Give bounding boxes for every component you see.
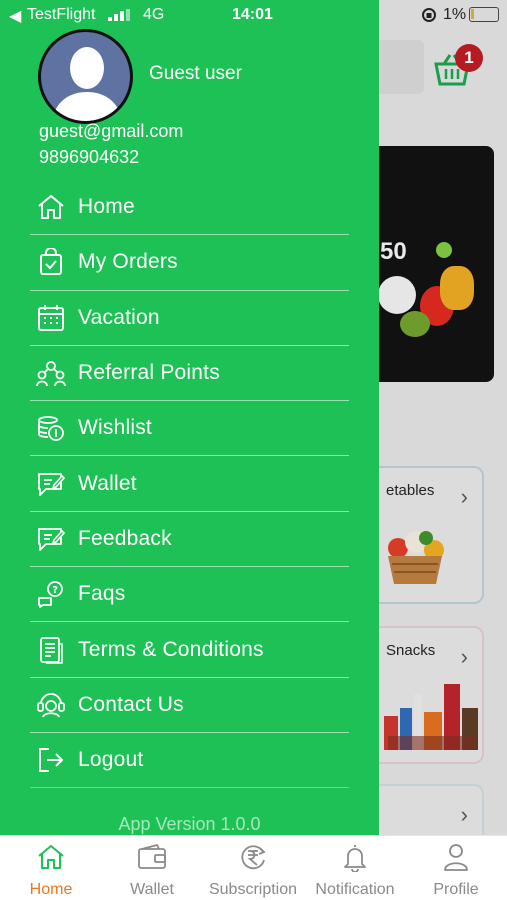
banner-offer-number: 50 [380,238,407,265]
clock: 14:01 [232,6,273,23]
menu-item-label: Terms & Conditions [78,637,264,661]
user-icon [421,842,491,872]
chevron-right-icon: › [460,484,468,509]
logout-icon [36,745,66,775]
menu-item-label: Faqs [78,582,126,606]
user-name: Guest user [149,63,242,84]
network-type: 4G [143,6,165,23]
cart-count-badge: 1 [455,44,483,72]
user-silhouette-icon [51,47,123,121]
tab-label: Notification [315,881,395,898]
chevron-right-icon: › [460,802,468,827]
wallet-icon [36,469,66,499]
menu-item-label: Home [78,195,135,219]
signal-strength-icon [108,9,130,21]
user-phone: 9896904632 [39,147,140,167]
menu-item-faqs[interactable]: ? Faqs [30,567,349,623]
orders-bag-icon [36,247,66,277]
tab-label: Subscription [208,881,298,898]
calendar-icon [36,303,66,333]
menu-item-logout[interactable]: Logout [30,733,349,789]
user-email: guest@gmail.com [39,121,184,141]
category-title: Snacks [386,642,436,659]
menu-item-label: Contact Us [78,692,184,716]
rotation-lock-icon [422,8,436,22]
tab-wallet[interactable]: Wallet [117,842,187,899]
category-title: etables [386,482,435,499]
navigation-drawer: Guest user guest@gmail.com 9896904632 Ho… [0,0,379,835]
drawer-menu: Home My Orders Vacation Referral Points … [30,180,349,789]
tab-notification[interactable]: Notification [307,842,403,899]
menu-item-label: Vacation [78,305,160,329]
tab-label: Home [29,881,73,898]
menu-item-label: Feedback [78,526,172,550]
background-offer-banner: 50 [360,146,494,382]
bell-icon [307,842,403,872]
tab-home[interactable]: Home [16,842,86,899]
vegetable-basket-image [388,531,444,584]
menu-item-feedback[interactable]: Feedback [30,512,349,568]
tab-label: Profile [433,881,479,898]
home-icon [16,842,86,872]
status-bar: ◀ TestFlight 4G 14:01 1% [0,0,507,32]
rupee-cycle-icon [203,842,303,872]
faq-icon: ? [36,579,66,609]
svg-text:?: ? [52,585,58,596]
back-to-app-icon[interactable]: ◀ [9,6,21,26]
battery-icon [469,7,499,22]
contact-support-icon [36,690,66,720]
document-icon [36,635,66,665]
feedback-icon [36,524,66,554]
tab-profile[interactable]: Profile [421,842,491,899]
battery-percentage: 1% [443,6,467,23]
home-icon [36,192,66,222]
menu-item-label: Wallet [78,471,137,495]
menu-item-label: Wishlist [78,416,152,440]
menu-item-home[interactable]: Home [30,180,349,236]
menu-item-my-orders[interactable]: My Orders [30,235,349,291]
tab-label: Wallet [130,881,174,898]
menu-item-label: Logout [78,748,144,772]
snacks-products-image [384,684,478,750]
bottom-tab-bar: Home Wallet Subscription Notification Pr… [0,835,507,900]
menu-item-terms-conditions[interactable]: Terms & Conditions [30,622,349,678]
menu-item-wallet[interactable]: Wallet [30,456,349,512]
menu-item-vacation[interactable]: Vacation [30,291,349,346]
chevron-right-icon: › [460,644,468,669]
menu-item-contact-us[interactable]: Contact Us [30,678,349,733]
carrier-name: TestFlight [27,6,96,23]
referral-icon [36,358,66,388]
wallet-icon [117,842,187,872]
menu-item-referral-points[interactable]: Referral Points [30,346,349,402]
avatar[interactable] [38,29,133,124]
app-version: App Version 1.0.0 [118,814,261,834]
menu-item-label: My Orders [78,250,178,274]
tab-subscription[interactable]: Subscription [203,842,303,899]
menu-item-wishlist[interactable]: Wishlist [30,401,349,457]
menu-item-label: Referral Points [78,361,220,385]
coins-icon [36,413,66,443]
